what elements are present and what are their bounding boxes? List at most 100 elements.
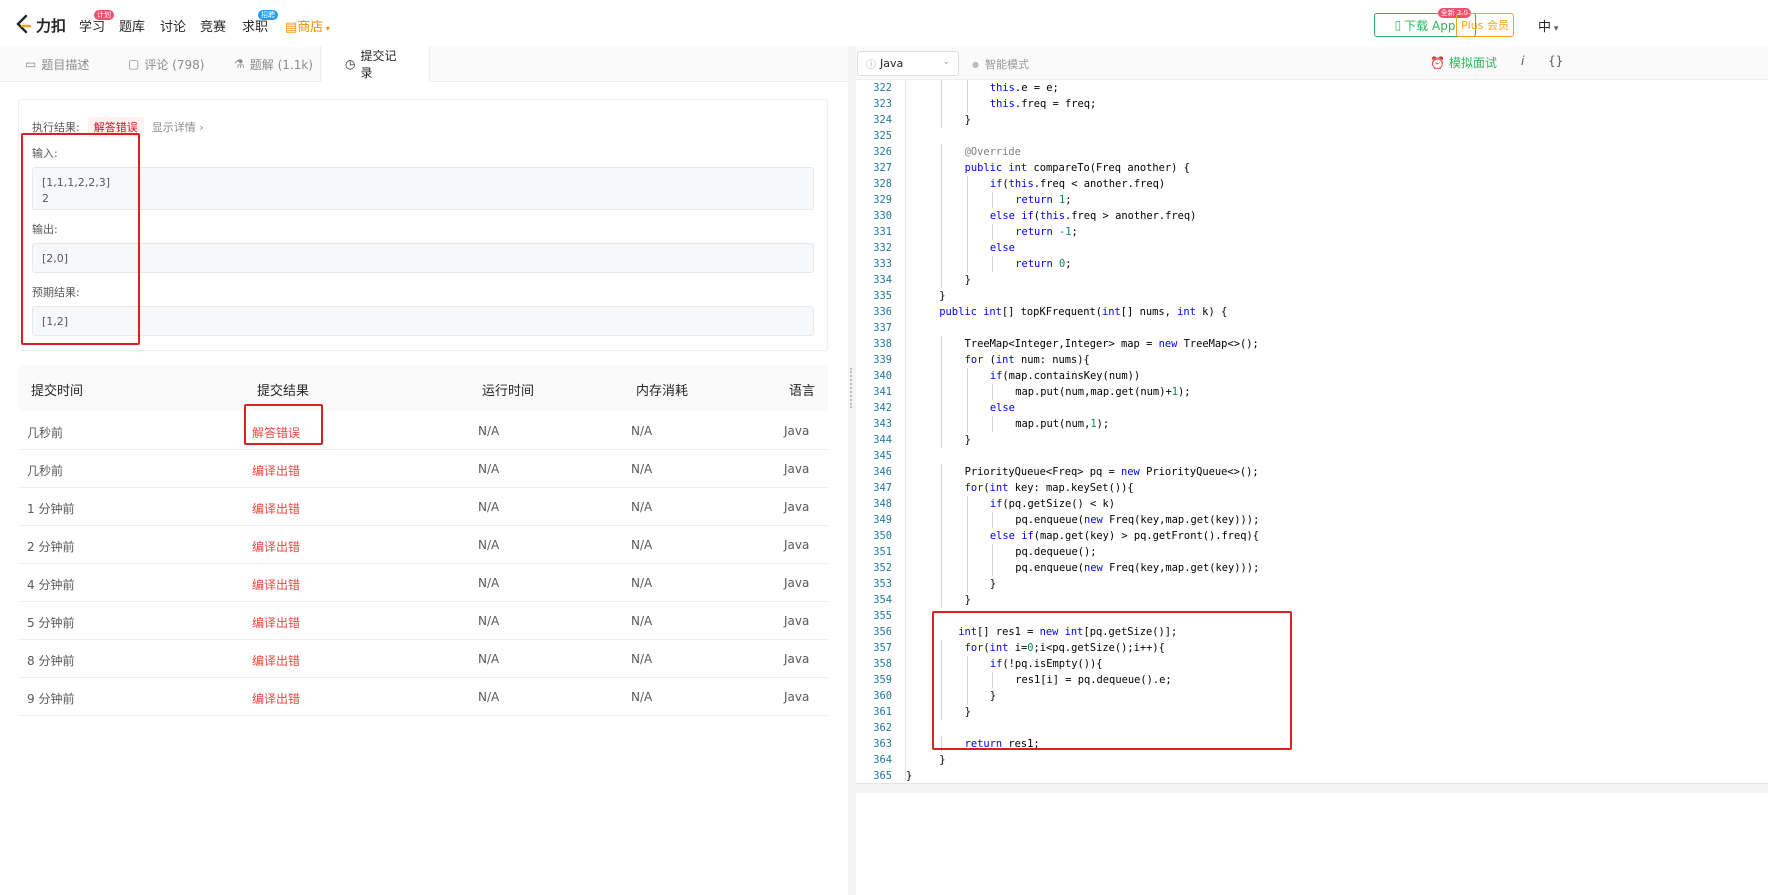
nav-problems[interactable]: 题库 [119, 16, 145, 35]
code-line[interactable]: } [965, 592, 971, 608]
code-line[interactable]: if(pq.getSize() < k) [990, 496, 1115, 512]
tab-submissions[interactable]: ◷ 提交记录 [320, 46, 430, 82]
indent-guide [966, 560, 968, 576]
code-line[interactable]: } [939, 752, 945, 768]
smart-mode-toggle[interactable]: ● 智能模式 [972, 56, 1029, 72]
cell-submit-result[interactable]: 编译出错 [252, 462, 300, 479]
code-line[interactable]: } [939, 288, 945, 304]
line-number: 356 [873, 626, 892, 638]
tab-comments[interactable]: ▢ 评论 (798) [128, 46, 204, 82]
table-row[interactable]: 9 分钟前 编译出错 N/A N/A Java [18, 678, 828, 716]
code-line[interactable]: pq.enqueue(new Freq(key,map.get(key))); [1015, 512, 1259, 528]
table-row[interactable]: 几秒前 解答错误 N/A N/A Java [18, 412, 828, 450]
language-select[interactable]: ⓘ Java ⌄ [857, 51, 959, 76]
indent-guide [966, 80, 968, 96]
cell-submit-result[interactable]: 编译出错 [252, 614, 300, 631]
line-number: 341 [873, 386, 892, 398]
code-line[interactable]: } [906, 768, 912, 784]
output-value: [2,0] [32, 243, 814, 273]
indent-guide [941, 80, 943, 96]
expected-value: [1,2] [32, 306, 814, 336]
cell-submit-result[interactable]: 编译出错 [252, 690, 300, 707]
code-line[interactable]: } [965, 432, 971, 448]
table-row[interactable]: 1 分钟前 编译出错 N/A N/A Java [18, 488, 828, 526]
code-line[interactable]: TreeMap<Integer,Integer> map = new TreeM… [965, 336, 1259, 352]
nav-store[interactable]: ▤商店 ▾ [285, 16, 330, 35]
indent-guide [941, 432, 943, 448]
code-line[interactable]: map.put(num,1); [1015, 416, 1109, 432]
cell-runtime: N/A [478, 652, 500, 666]
code-line[interactable]: } [965, 272, 971, 288]
line-number: 349 [873, 514, 892, 526]
code-line[interactable]: return 0; [1015, 256, 1071, 272]
code-line[interactable]: return 1; [1015, 192, 1071, 208]
code-line[interactable]: @Override [965, 144, 1021, 160]
indent-guide [991, 384, 993, 400]
line-number: 358 [873, 658, 892, 670]
code-line[interactable]: for(int key: map.keySet()){ [965, 480, 1134, 496]
logo[interactable]: 力扣 [14, 14, 66, 36]
plus-member-button[interactable]: Plus 会员 [1456, 13, 1514, 37]
table-row[interactable]: 5 分钟前 编译出错 N/A N/A Java [18, 602, 828, 640]
code-line[interactable]: for (int num: nums){ [965, 352, 1090, 368]
cell-memory: N/A [631, 500, 653, 514]
indent-guide [991, 224, 993, 240]
nav-contest[interactable]: 竞赛 [200, 16, 226, 35]
nav-discuss[interactable]: 讨论 [160, 16, 186, 35]
code-editor[interactable]: 322 this.e = e; 323 this.freq = freq; 324} 32… [856, 80, 1768, 895]
code-line[interactable]: if(map.containsKey(num)) [990, 368, 1140, 384]
table-row[interactable]: 几秒前 编译出错 N/A N/A Java [18, 450, 828, 488]
indent-guide [941, 96, 943, 112]
horizontal-scrollbar[interactable] [856, 783, 1768, 793]
cell-submit-result[interactable]: 编译出错 [252, 500, 300, 517]
code-line[interactable]: this.e = e; [990, 80, 1059, 96]
cell-submit-time: 几秒前 [27, 464, 64, 478]
cell-runtime: N/A [478, 538, 500, 552]
line-number: 328 [873, 178, 892, 190]
code-line[interactable]: map.put(num,map.get(num)+1); [1015, 384, 1190, 400]
code-line[interactable]: PriorityQueue<Freq> pq = new PriorityQue… [965, 464, 1259, 480]
code-line[interactable]: } [965, 112, 971, 128]
code-line[interactable]: return -1; [1015, 224, 1078, 240]
indent-guide [966, 528, 968, 544]
table-row[interactable]: 2 分钟前 编译出错 N/A N/A Java [18, 526, 828, 564]
indent-guide [941, 384, 943, 400]
line-number: 363 [873, 738, 892, 750]
cell-submit-time: 8 分钟前 [27, 654, 75, 668]
drag-handle-icon[interactable] [850, 368, 852, 408]
cell-submit-result[interactable]: 编译出错 [252, 652, 300, 669]
code-line[interactable]: if(this.freq < another.freq) [990, 176, 1165, 192]
code-line[interactable]: pq.dequeue(); [1015, 544, 1096, 560]
cell-submit-result[interactable]: 编译出错 [252, 538, 300, 555]
nav-jobs-badge: 招聘 [258, 10, 278, 20]
code-line[interactable]: } [990, 576, 996, 592]
table-row[interactable]: 4 分钟前 编译出错 N/A N/A Java [18, 564, 828, 602]
tab-description[interactable]: ▭ 题目描述 [25, 46, 89, 82]
code-line[interactable]: else if(map.get(key) > pq.getFront().fre… [990, 528, 1259, 544]
cell-submit-result[interactable]: 编译出错 [252, 576, 300, 593]
code-line[interactable]: else if(this.freq > another.freq) [990, 208, 1197, 224]
comment-icon: ▢ [128, 57, 140, 71]
show-detail-link[interactable]: 显示详情 › [152, 119, 204, 135]
indent-guide [966, 192, 968, 208]
tab-solutions[interactable]: ⚗ 题解 (1.1k) [234, 46, 313, 82]
line-number: 326 [873, 146, 892, 158]
indent-guide [941, 592, 943, 608]
code-line[interactable]: this.freq = freq; [990, 96, 1096, 112]
info-icon[interactable]: i [1521, 54, 1524, 68]
code-line[interactable]: else [990, 240, 1015, 256]
line-number: 348 [873, 498, 892, 510]
line-number: 332 [873, 242, 892, 254]
pane-divider[interactable] [848, 46, 856, 895]
code-line[interactable]: public int[] topKFrequent(int[] nums, in… [939, 304, 1227, 320]
braces-icon[interactable]: {} [1548, 54, 1563, 68]
mock-interview-button[interactable]: ⏰ 模拟面试 [1430, 54, 1497, 71]
cell-memory: N/A [631, 576, 653, 590]
code-line[interactable]: pq.enqueue(new Freq(key,map.get(key))); [1015, 560, 1259, 576]
code-line[interactable]: else [990, 400, 1015, 416]
code-line[interactable]: public int compareTo(Freq another) { [965, 160, 1190, 176]
language-switch[interactable]: 中 ▾ [1538, 16, 1558, 35]
table-row[interactable]: 8 分钟前 编译出错 N/A N/A Java [18, 640, 828, 678]
clock-icon: ◷ [345, 57, 356, 71]
indent-guide [966, 368, 968, 384]
